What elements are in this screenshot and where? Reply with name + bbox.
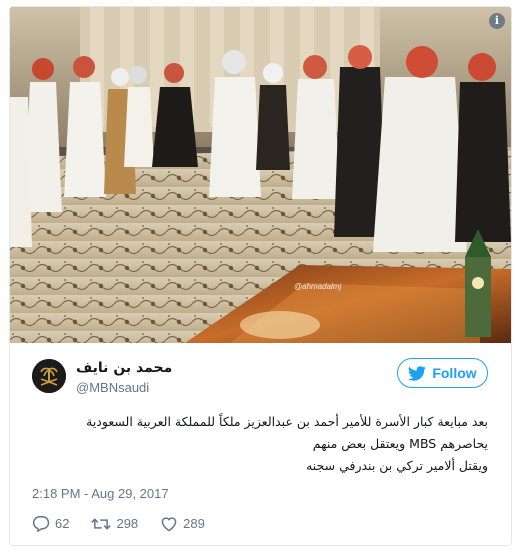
reply-button[interactable]: 62	[32, 515, 69, 532]
palm-swords-emblem-icon	[32, 359, 66, 393]
tweet-photo[interactable]: i @ahmadalmj	[10, 7, 511, 343]
tweet-text-line: ويقتل ألامير تركي بن بندرفي سجنه	[306, 458, 488, 473]
retweet-button[interactable]: 298	[91, 516, 138, 532]
author-handle[interactable]: @MBNsaudi	[76, 380, 149, 395]
reply-icon	[32, 516, 50, 532]
retweet-icon	[91, 517, 112, 530]
tweet-text-line: بعد مبايعة كبار الأسرة للأمير أحمد بن عب…	[86, 414, 488, 429]
twitter-bird-icon	[408, 365, 427, 381]
tweet-text: بعد مبايعة كبار الأسرة للأمير أحمد بن عب…	[28, 411, 488, 477]
like-icon	[161, 516, 177, 531]
tweet-card: i @ahmadalmj محمد بن نايف @MBNsaudi Foll…	[9, 6, 512, 546]
photo-illustration	[10, 7, 511, 343]
retweet-count: 298	[116, 516, 139, 531]
author-name[interactable]: محمد بن نايف	[76, 360, 172, 376]
tweet-header: محمد بن نايف @MBNsaudi Follow	[10, 343, 511, 403]
info-icon[interactable]: i	[489, 13, 505, 29]
tweet-timestamp[interactable]: 2:18 PM - Aug 29, 2017	[32, 486, 169, 501]
like-count: 289	[183, 516, 205, 531]
follow-label: Follow	[432, 365, 477, 381]
tweet-text-line: يحاصرهم MBS ويعتقل بعض منهم	[312, 436, 488, 451]
reply-count: 62	[55, 516, 70, 531]
avatar[interactable]	[32, 359, 66, 393]
tweet-actions: 62 298 289	[32, 515, 227, 532]
photo-watermark: @ahmadalmj	[294, 282, 342, 291]
follow-button[interactable]: Follow	[397, 358, 488, 388]
like-button[interactable]: 289	[160, 516, 205, 532]
